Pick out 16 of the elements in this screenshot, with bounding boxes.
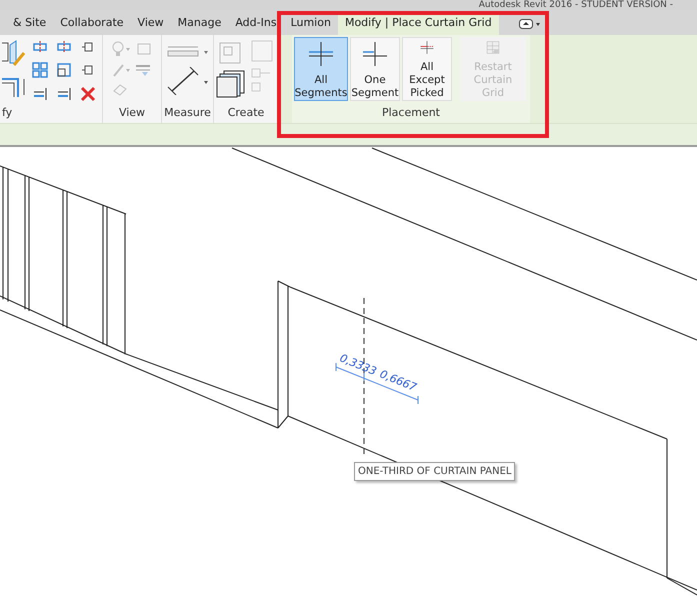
- tooltip: ONE-THIRD OF CURTAIN PANEL: [354, 462, 516, 481]
- ribbon-tab[interactable]: Add-Ins: [228, 12, 284, 35]
- panel-label: Placement: [380, 104, 441, 121]
- placement-button[interactable]: All Except Picked: [402, 37, 452, 101]
- panel-label: Create: [228, 104, 264, 121]
- placement-button[interactable]: One Segment: [350, 37, 400, 101]
- ribbon-tab[interactable]: Collaborate: [53, 12, 131, 35]
- window-title: Autodesk Revit 2016 - STUDENT VERSION -: [478, 0, 673, 10]
- ribbon-tab[interactable]: Manage: [170, 12, 228, 35]
- placement-button[interactable]: All Segments: [294, 37, 348, 101]
- ribbon-tab[interactable]: Lumion: [284, 12, 338, 35]
- ribbon-tab[interactable]: & Site: [6, 12, 54, 35]
- panel-label: Measure: [164, 104, 211, 121]
- ribbon-tab[interactable]: View: [130, 12, 171, 35]
- panel-label: View: [118, 104, 146, 121]
- panel-label: fy: [1, 104, 14, 121]
